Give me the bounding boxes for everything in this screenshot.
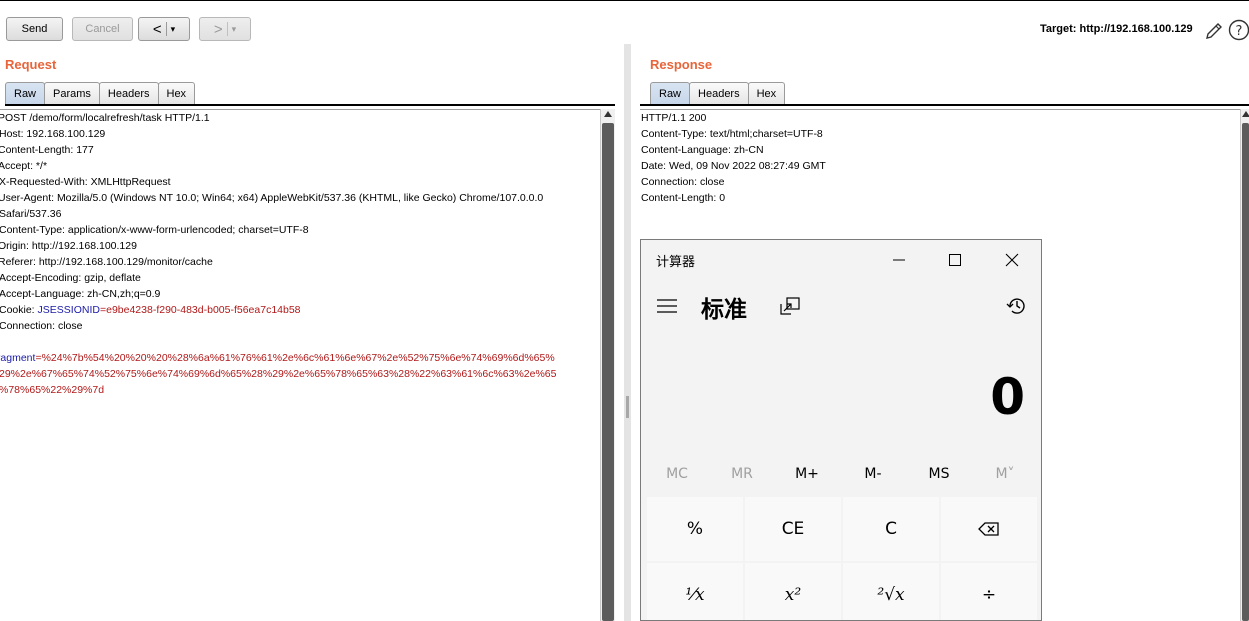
back-button[interactable]: < ▾ — [138, 17, 190, 41]
tab-params[interactable]: Params — [44, 82, 100, 104]
response-line: Connection: close — [641, 176, 725, 188]
divider-grip[interactable] — [626, 396, 629, 418]
memory-subtract-button[interactable]: M- — [843, 466, 903, 482]
window-top-border — [0, 0, 1249, 1]
tab-underline — [640, 104, 1249, 106]
request-line: Origin: http://192.168.100.129 — [0, 240, 137, 252]
svg-text:?: ? — [1236, 24, 1243, 39]
request-tabs: Raw Params Headers Hex — [5, 82, 196, 104]
square-key[interactable]: x² — [745, 563, 841, 620]
tab-headers[interactable]: Headers — [689, 82, 749, 104]
cookie-name: JSESSIONID — [37, 304, 100, 316]
body-param-value: =%24%7b%54%20%20%20%28%6a%61%76%61%2e%6c… — [35, 352, 555, 364]
response-line: Content-Length: 0 — [641, 192, 726, 204]
request-line: Referer: http://192.168.100.129/monitor/… — [0, 256, 213, 268]
calculator-mode-title: 标准 — [701, 297, 747, 323]
memory-clear-button[interactable]: MC — [647, 466, 707, 482]
response-tabs: Raw Headers Hex — [650, 82, 786, 104]
response-title: Response — [650, 57, 713, 72]
response-line: Content-Type: text/html;charset=UTF-8 — [641, 128, 823, 140]
cancel-button[interactable]: Cancel — [72, 17, 133, 41]
scroll-up-arrow-icon[interactable] — [1242, 111, 1249, 117]
history-icon[interactable] — [1006, 295, 1028, 320]
separator — [226, 22, 228, 36]
memory-add-button[interactable]: M+ — [777, 466, 837, 482]
body-line: fragment=%24%7b%54%20%20%20%28%6a%61%76%… — [0, 350, 600, 366]
keep-on-top-icon[interactable] — [780, 297, 800, 318]
response-line: HTTP/1.1 200 — [641, 112, 707, 124]
request-line: Accept: */* — [0, 160, 48, 172]
body-param-name: fragment — [0, 352, 36, 364]
split-pane-divider[interactable] — [624, 44, 631, 621]
request-line: Safari/537.36 — [0, 208, 62, 220]
hamburger-menu-icon[interactable] — [656, 298, 678, 317]
square-root-key[interactable]: ²√x — [843, 563, 939, 620]
backspace-icon — [978, 522, 999, 536]
request-editor[interactable]: POST /demo/form/localrefresh/task HTTP/1… — [0, 109, 600, 621]
memory-store-button[interactable]: MS — [909, 466, 969, 482]
response-line: Date: Wed, 09 Nov 2022 08:27:49 GMT — [641, 160, 826, 172]
request-line: Content-Length: 177 — [0, 144, 94, 156]
cookie-line: Cookie: JSESSIONID=e9be4238-f290-483d-b0… — [0, 302, 600, 318]
chevron-down-icon[interactable]: ▾ — [232, 24, 237, 35]
request-line: User-Agent: Mozilla/5.0 (Windows NT 10.0… — [0, 192, 544, 204]
scrollbar-thumb[interactable] — [1242, 123, 1249, 621]
cookie-prefix: Cookie: — [0, 304, 38, 316]
request-line: POST /demo/form/localrefresh/task HTTP/1… — [0, 112, 210, 124]
forward-button[interactable]: > ▾ — [199, 17, 251, 41]
reciprocal-key[interactable]: ¹⁄x — [647, 563, 743, 620]
chevron-down-icon[interactable]: ▾ — [171, 24, 176, 35]
tab-raw[interactable]: Raw — [5, 82, 46, 104]
tab-hex[interactable]: Hex — [157, 82, 196, 104]
backspace-key[interactable] — [941, 497, 1037, 561]
request-line: Accept-Encoding: gzip, deflate — [0, 272, 141, 284]
memory-recall-button[interactable]: MR — [712, 466, 772, 482]
body-line: 29%2e%67%65%74%52%75%6e%74%69%6d%65%28%2… — [0, 368, 557, 380]
request-line: Accept-Language: zh-CN,zh;q=0.9 — [0, 288, 161, 300]
response-line: Content-Language: zh-CN — [641, 144, 764, 156]
divide-key[interactable]: ÷ — [941, 563, 1037, 620]
forward-arrow: > — [213, 20, 223, 38]
separator — [165, 22, 167, 36]
request-line: X-Requested-With: XMLHttpRequest — [0, 176, 171, 188]
request-title: Request — [5, 57, 57, 72]
memory-list-button[interactable]: M˅ — [975, 466, 1035, 482]
help-icon[interactable]: ? — [1228, 19, 1249, 44]
request-line: Host: 192.168.100.129 — [0, 128, 106, 140]
scroll-up-arrow-icon[interactable] — [604, 111, 612, 117]
calculator-window[interactable]: 计算器 标准 0 MC MR M+ M- MS M˅ % CE C ¹⁄x x²… — [640, 239, 1042, 621]
percent-key[interactable]: % — [647, 497, 743, 561]
request-scrollbar[interactable] — [600, 109, 615, 621]
back-arrow: < — [152, 20, 162, 38]
connection-line: Connection: close — [0, 320, 83, 332]
clear-entry-key[interactable]: CE — [745, 497, 841, 561]
pencil-icon[interactable] — [1204, 21, 1224, 44]
send-button[interactable]: Send — [6, 17, 63, 41]
calculator-display: 0 — [990, 368, 1025, 426]
request-line: Content-Type: application/x-www-form-url… — [0, 224, 309, 236]
calculator-title: 计算器 — [656, 255, 696, 270]
target-label: Target: http://192.168.100.129 — [1040, 23, 1193, 35]
cookie-value: =e9be4238-f290-483d-b005-f56ea7c14b58 — [99, 304, 301, 316]
scrollbar-thumb[interactable] — [602, 123, 614, 621]
minimize-icon[interactable] — [887, 248, 911, 272]
clear-key[interactable]: C — [843, 497, 939, 561]
tab-underline — [5, 104, 615, 106]
maximize-icon[interactable] — [943, 248, 967, 272]
tab-headers[interactable]: Headers — [98, 82, 159, 104]
tab-hex[interactable]: Hex — [747, 82, 786, 104]
close-icon[interactable] — [1000, 248, 1024, 272]
body-line: %78%65%22%29%7d — [0, 384, 105, 396]
tab-raw[interactable]: Raw — [650, 82, 691, 104]
response-scrollbar[interactable] — [1240, 109, 1249, 621]
